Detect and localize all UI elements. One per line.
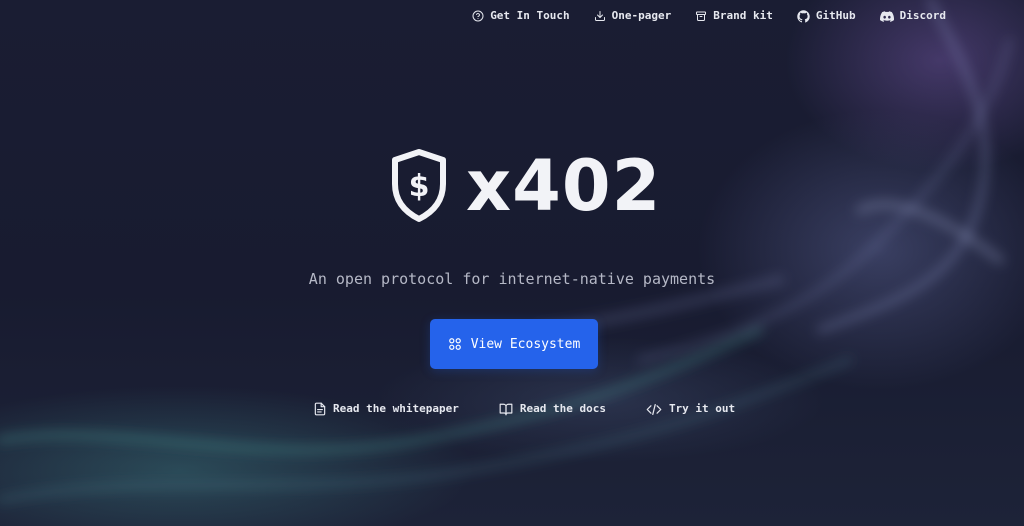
svg-text:$: $ [409, 169, 430, 204]
nav-label: Discord [899, 9, 946, 22]
download-icon [594, 11, 605, 21]
top-nav: Get In Touch One-pager Brand kit GitHub [472, 8, 946, 24]
landing-page: Get In Touch One-pager Brand kit GitHub [0, 0, 1024, 526]
nav-github[interactable]: GitHub [797, 8, 856, 24]
nav-label: GitHub [815, 9, 856, 22]
code-icon [646, 403, 662, 415]
secondary-links: Read the whitepaper Read the docs Try it… [314, 401, 735, 417]
nav-label: Get In Touch [490, 9, 570, 22]
discord-icon [879, 10, 894, 22]
read-docs-link[interactable]: Read the docs [499, 401, 606, 417]
read-whitepaper-link[interactable]: Read the whitepaper [314, 401, 459, 417]
nav-brand-kit[interactable]: Brand kit [695, 8, 773, 24]
try-it-out-label: Try it out [668, 402, 736, 415]
nav-one-pager[interactable]: One-pager [594, 8, 672, 24]
background-decoration [0, 0, 1013, 503]
nav-discord[interactable]: Discord [879, 8, 946, 24]
read-docs-label: Read the docs [519, 402, 606, 415]
logo-text: x402 [466, 145, 662, 227]
read-whitepaper-label: Read the whitepaper [333, 402, 459, 415]
view-ecosystem-button[interactable]: View Ecosystem [430, 319, 598, 369]
help-circle-icon [472, 10, 484, 22]
grid-icon [448, 338, 461, 350]
file-icon [314, 402, 326, 416]
book-open-icon [499, 403, 513, 415]
github-icon [797, 9, 810, 23]
tagline: An open protocol for internet-native pay… [308, 270, 716, 288]
view-ecosystem-label: View Ecosystem [470, 336, 581, 352]
hero-logo: $ x402 [390, 146, 661, 226]
nav-label: Brand kit [713, 9, 773, 22]
try-it-out-link[interactable]: Try it out [646, 401, 735, 417]
nav-label: One-pager [611, 9, 672, 22]
archive-icon [696, 11, 707, 21]
shield-dollar-icon: $ [392, 149, 446, 222]
nav-get-in-touch[interactable]: Get In Touch [472, 8, 570, 24]
